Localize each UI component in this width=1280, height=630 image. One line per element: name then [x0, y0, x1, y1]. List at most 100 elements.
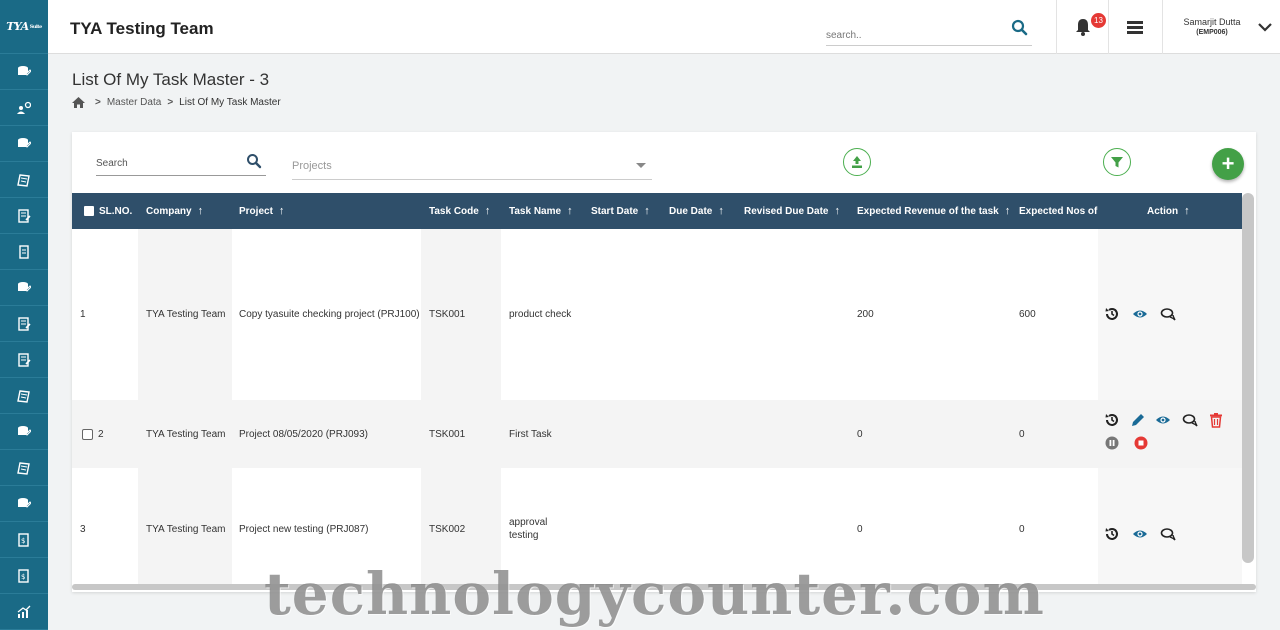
comments-icon[interactable] — [1160, 306, 1176, 322]
history-icon[interactable] — [1104, 412, 1120, 428]
cell-action — [1098, 229, 1242, 400]
header-search-input[interactable]: search.. — [826, 24, 1032, 46]
row-checkbox[interactable] — [82, 428, 93, 440]
edit-pencil-icon[interactable] — [1130, 412, 1146, 428]
sort-arrow-icon[interactable]: ↑ — [718, 205, 724, 217]
chevron-down-icon[interactable] — [1258, 22, 1272, 32]
sidebar-item-15[interactable]: $ — [0, 558, 48, 594]
sidebar-item-3[interactable] — [0, 126, 48, 162]
col-action[interactable]: Action ↑ — [1147, 193, 1190, 229]
comments-icon[interactable] — [1160, 526, 1176, 542]
app-logo[interactable]: TYA Suite — [0, 0, 48, 54]
sidebar-item-14[interactable]: $ — [0, 522, 48, 558]
sidebar-item-11[interactable] — [0, 414, 48, 450]
svg-text:$: $ — [21, 537, 25, 545]
sidebar-item-9[interactable] — [0, 342, 48, 378]
breadcrumb-master-data[interactable]: Master Data — [107, 97, 161, 108]
user-name: Samarjit Dutta — [1183, 17, 1241, 27]
row-project: Copy tyasuite checking project (PRJ100) — [239, 309, 420, 320]
top-header: TYA Testing Team search.. 13 Samarjit Du… — [48, 0, 1280, 54]
col-expected-revenue[interactable]: Expected Revenue of the task ↑ — [857, 193, 1010, 229]
row-sl-number: 2 — [98, 428, 104, 440]
search-icon[interactable] — [246, 153, 262, 169]
sort-arrow-icon[interactable]: ↑ — [567, 205, 573, 217]
sidebar-item-1[interactable] — [0, 54, 48, 90]
sort-arrow-icon[interactable]: ↑ — [1184, 205, 1190, 217]
table-row[interactable]: 2 TYA Testing Team Project 08/05/2020 (P… — [72, 400, 1242, 468]
view-eye-icon[interactable] — [1132, 306, 1148, 322]
col-sl-no[interactable]: SL.NO. — [84, 193, 132, 229]
row-sl-number: 3 — [80, 523, 86, 535]
col-project[interactable]: Project ↑ — [239, 193, 284, 229]
list-menu-icon[interactable] — [1126, 20, 1144, 36]
table-search-input[interactable]: Search — [96, 152, 266, 176]
sidebar-item-5[interactable] — [0, 198, 48, 234]
pause-icon[interactable] — [1104, 435, 1120, 451]
sidebar-item-12[interactable] — [0, 450, 48, 486]
add-task-button[interactable]: + — [1212, 148, 1244, 180]
row-sl-number: 1 — [80, 309, 86, 320]
sort-arrow-icon[interactable]: ↑ — [1005, 205, 1011, 217]
sidebar-item-10[interactable] — [0, 378, 48, 414]
sidebar-item-4[interactable] — [0, 162, 48, 198]
sidebar: TYA Suite $ $ — [0, 0, 48, 630]
view-eye-icon[interactable] — [1132, 526, 1148, 542]
breadcrumb-current: List Of My Task Master — [179, 97, 281, 108]
col-revised-due-date[interactable]: Revised Due Date ↑ — [744, 193, 840, 229]
vertical-scrollbar[interactable] — [1242, 193, 1254, 563]
col-task-code[interactable]: Task Code ↑ — [429, 193, 490, 229]
header-divider — [1056, 0, 1057, 54]
sort-arrow-icon[interactable]: ↑ — [279, 205, 285, 217]
select-all-checkbox[interactable] — [84, 206, 94, 216]
table-row[interactable]: 1 TYA Testing Team Copy tyasuite checkin… — [72, 229, 1242, 400]
row-project: Project 08/05/2020 (PRJ093) — [239, 428, 368, 440]
user-profile[interactable]: Samarjit Dutta (EMP006) — [1176, 17, 1248, 36]
app-title: TYA Testing Team — [70, 19, 214, 38]
invoice-icon: $ — [18, 532, 29, 547]
col-company[interactable]: Company ↑ — [146, 193, 203, 229]
breadcrumb: > Master Data > List Of My Task Master — [72, 97, 281, 108]
sort-arrow-icon[interactable]: ↑ — [485, 205, 491, 217]
sort-arrow-icon[interactable]: ↑ — [834, 205, 840, 217]
row-company: TYA Testing Team — [146, 309, 226, 320]
sort-arrow-icon[interactable]: ↑ — [198, 205, 204, 217]
row-expected-nos: 0 — [1019, 523, 1025, 535]
cell-task-code: TSK001 — [421, 229, 501, 400]
sort-arrow-icon[interactable]: ↑ — [644, 205, 650, 217]
sidebar-item-16[interactable] — [0, 594, 48, 630]
sidebar-item-2[interactable] — [0, 90, 48, 126]
projects-select[interactable]: Projects — [292, 154, 652, 180]
home-icon[interactable] — [72, 97, 85, 108]
cell-task-name: product check — [501, 229, 583, 400]
search-icon[interactable] — [1010, 18, 1030, 38]
filter-button[interactable] — [1103, 148, 1131, 176]
notebook-icon — [17, 389, 30, 403]
breadcrumb-separator: > — [95, 97, 101, 108]
stop-icon[interactable] — [1133, 435, 1149, 451]
col-start-date[interactable]: Start Date ↑ — [591, 193, 650, 229]
row-task-code: TSK001 — [429, 309, 466, 320]
view-eye-icon[interactable] — [1155, 412, 1171, 428]
col-expected-nos[interactable]: Expected Nos of h — [1019, 193, 1099, 229]
comments-icon[interactable] — [1182, 412, 1198, 428]
row-company: TYA Testing Team — [146, 523, 226, 535]
col-expected-revenue-label: Expected Revenue of the task — [857, 205, 999, 217]
database-edit-icon — [18, 137, 31, 148]
upload-button[interactable] — [843, 148, 871, 176]
sidebar-item-7[interactable] — [0, 270, 48, 306]
sidebar-item-13[interactable] — [0, 486, 48, 522]
col-start-date-label: Start Date — [591, 205, 639, 217]
sidebar-item-6[interactable] — [0, 234, 48, 270]
table-header: SL.NO. Company ↑ Project ↑ Task Code ↑ Task… — [72, 193, 1242, 229]
col-task-name[interactable]: Task Name ↑ — [509, 193, 573, 229]
history-icon[interactable] — [1104, 306, 1120, 322]
delete-trash-icon[interactable] — [1208, 412, 1224, 428]
sidebar-item-8[interactable] — [0, 306, 48, 342]
history-icon[interactable] — [1104, 526, 1120, 542]
dropdown-caret-icon[interactable] — [636, 163, 646, 168]
col-due-date[interactable]: Due Date ↑ — [669, 193, 724, 229]
database-edit-icon — [18, 65, 31, 76]
col-task-code-label: Task Code — [429, 205, 479, 217]
user-id: (EMP006) — [1196, 29, 1228, 36]
cell-company: TYA Testing Team — [138, 468, 232, 590]
